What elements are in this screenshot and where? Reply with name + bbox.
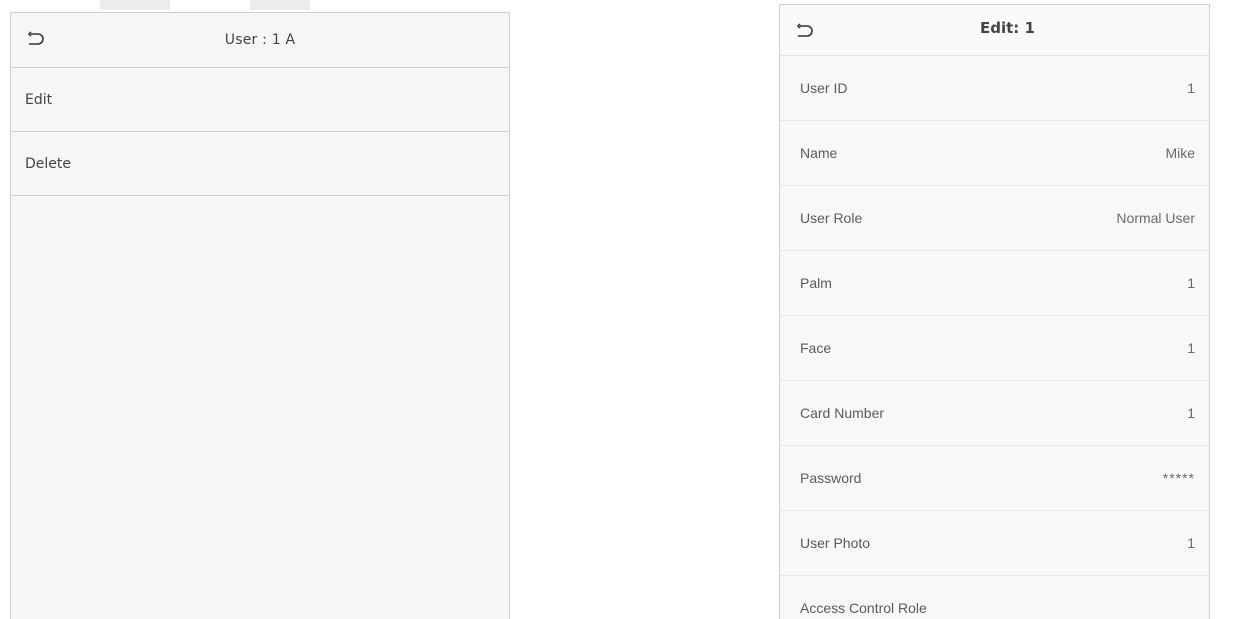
- stage: User : 1 A Edit Delete Edit: 1 User ID 1…: [0, 0, 1235, 619]
- field-value: 1: [1187, 80, 1195, 96]
- field-card-number[interactable]: Card Number 1: [780, 381, 1209, 446]
- page-title: User : 1 A: [224, 32, 296, 48]
- field-label: Card Number: [800, 405, 885, 421]
- return-arrow-icon[interactable]: [794, 21, 814, 41]
- field-value: 1: [1187, 340, 1195, 356]
- field-value: *****: [1162, 470, 1195, 486]
- field-access-control-role[interactable]: Access Control Role: [780, 576, 1209, 619]
- top-artifact: [100, 0, 170, 10]
- top-artifact: [250, 0, 310, 10]
- field-label: Face: [800, 340, 832, 356]
- field-value: Normal User: [1116, 210, 1195, 226]
- field-value: 1: [1187, 535, 1195, 551]
- field-label: User ID: [800, 80, 848, 96]
- menu-item-delete[interactable]: Delete: [11, 132, 509, 196]
- header: User : 1 A: [11, 13, 509, 68]
- menu-item-label: Edit: [25, 91, 53, 108]
- menu-item-edit[interactable]: Edit: [11, 68, 509, 132]
- field-user-photo[interactable]: User Photo 1: [780, 511, 1209, 576]
- field-label: Access Control Role: [800, 600, 927, 616]
- user-options-screen: User : 1 A Edit Delete: [10, 12, 510, 619]
- field-label: Name: [800, 145, 838, 161]
- field-value: 1: [1187, 275, 1195, 291]
- header: Edit: 1: [780, 5, 1209, 56]
- field-password[interactable]: Password *****: [780, 446, 1209, 511]
- field-name[interactable]: Name Mike: [780, 121, 1209, 186]
- field-label: User Photo: [800, 535, 871, 551]
- field-value: Mike: [1165, 145, 1195, 161]
- field-label: User Role: [800, 210, 863, 226]
- page-title: Edit: 1: [980, 19, 1035, 37]
- field-palm[interactable]: Palm 1: [780, 251, 1209, 316]
- field-label: Password: [800, 470, 862, 486]
- field-face[interactable]: Face 1: [780, 316, 1209, 381]
- menu-item-label: Delete: [25, 155, 71, 172]
- field-user-role[interactable]: User Role Normal User: [780, 186, 1209, 251]
- field-user-id[interactable]: User ID 1: [780, 56, 1209, 121]
- edit-user-screen: Edit: 1 User ID 1 Name Mike User Role No…: [779, 4, 1210, 619]
- field-label: Palm: [800, 275, 832, 291]
- field-value: 1: [1187, 405, 1195, 421]
